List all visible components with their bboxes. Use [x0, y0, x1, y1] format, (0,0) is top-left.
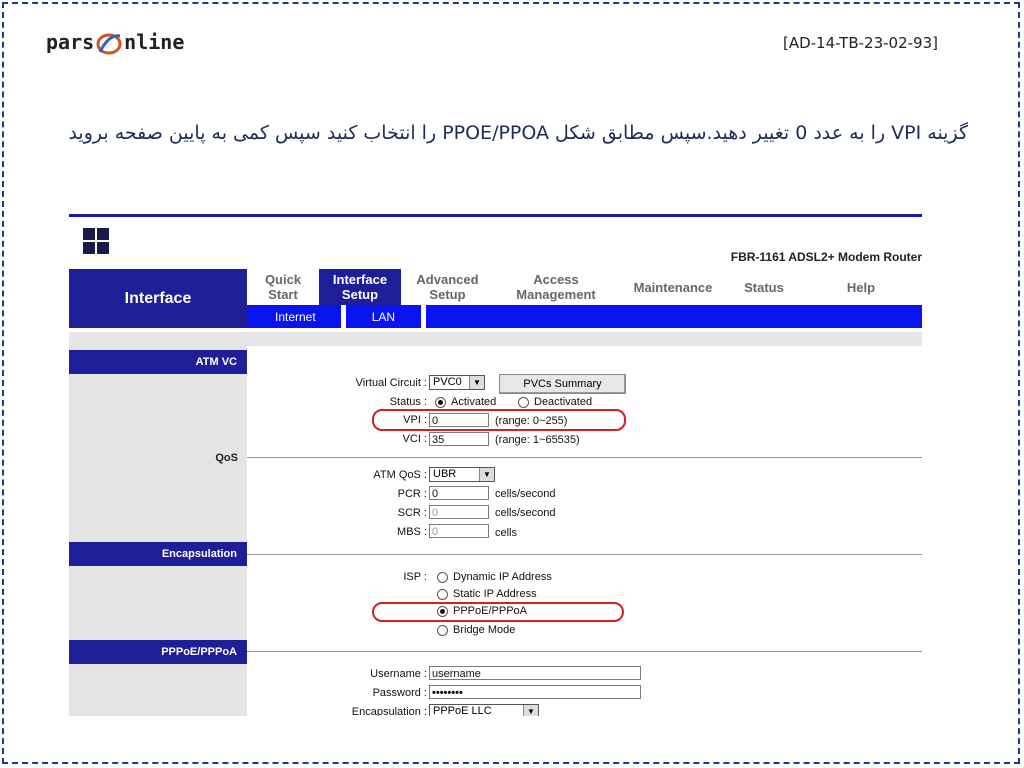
status-activated-radio[interactable]: Activated — [435, 396, 496, 408]
virtual-circuit-label: Virtual Circuit : — [355, 377, 427, 389]
virtual-circuit-select[interactable]: PVC0 ▼ — [429, 375, 485, 390]
username-label: Username : — [370, 668, 427, 680]
chevron-down-icon: ▼ — [523, 705, 538, 716]
mbs-unit: cells — [495, 527, 518, 539]
chevron-down-icon: ▼ — [469, 376, 484, 389]
instruction-text: گزینه VPI را به عدد 0 تغییر دهید.سپس مطا… — [68, 122, 968, 144]
header-band — [69, 332, 922, 346]
tab-quick-start[interactable]: Quick Start — [247, 269, 319, 305]
password-label: Password : — [372, 687, 427, 699]
divider-pppoe — [247, 651, 922, 652]
tab-maintenance[interactable]: Maintenance — [618, 269, 728, 305]
vci-label: VCI : — [402, 433, 427, 445]
isp-dynamic-radio[interactable]: Dynamic IP Address — [437, 571, 552, 583]
section-pppoe: PPPoE/PPPoA — [69, 640, 247, 664]
pcr-unit: cells/second — [495, 488, 556, 500]
divider-encapsulation — [247, 554, 922, 555]
tab-interface-setup[interactable]: Interface Setup — [319, 269, 401, 305]
divider-qos — [247, 457, 922, 458]
encapsulation-type-label: Encapsulation : — [351, 706, 427, 716]
subtab-internet[interactable]: Internet — [247, 305, 333, 328]
tab-advanced-setup[interactable]: Advanced Setup — [401, 269, 494, 305]
pvcs-summary-button[interactable]: PVCs Summary — [499, 374, 626, 394]
mbs-input[interactable]: 0 — [429, 524, 489, 538]
encapsulation-type-select[interactable]: PPPoE LLC ▼ — [429, 704, 539, 716]
section-atm-vc: ATM VC — [69, 350, 247, 374]
level-one-logo-icon — [83, 220, 117, 254]
username-input[interactable]: username — [429, 666, 641, 680]
vci-input[interactable]: 35 — [429, 432, 489, 446]
section-qos: QoS — [215, 452, 238, 464]
scr-label: SCR : — [397, 507, 427, 519]
logo-text-part2: nline — [124, 30, 185, 54]
logo-swirl-icon — [96, 33, 122, 54]
router-model: FBR-1161 ADSL2+ Modem Router — [730, 250, 922, 264]
scr-input[interactable]: 0 — [429, 505, 489, 519]
section-title: Interface — [69, 269, 247, 328]
atm-qos-select[interactable]: UBR ▼ — [429, 467, 495, 482]
section-encapsulation: Encapsulation — [69, 542, 247, 566]
sub-tabs: Internet LAN — [247, 305, 922, 328]
router-screenshot: FBR-1161 ADSL2+ Modem Router Interface Q… — [69, 212, 922, 716]
tab-access-management[interactable]: Access Management — [494, 269, 618, 305]
scr-unit: cells/second — [495, 507, 556, 519]
tab-status[interactable]: Status — [728, 269, 800, 305]
password-input[interactable]: •••••••• — [429, 685, 641, 699]
isp-static-radio[interactable]: Static IP Address — [437, 588, 537, 600]
isp-bridge-radio[interactable]: Bridge Mode — [437, 624, 515, 636]
pcr-label: PCR : — [397, 488, 427, 500]
mbs-label: MBS : — [397, 526, 427, 538]
vci-range: (range: 1~65535) — [495, 434, 580, 446]
pcr-input[interactable]: 0 — [429, 486, 489, 500]
logo-text-part1: pars — [46, 30, 95, 54]
parsonline-logo: pars nline — [46, 30, 184, 56]
vpi-highlight — [372, 409, 626, 431]
document-code: [AD-14-TB-23-02-93] — [782, 34, 938, 52]
chevron-down-icon: ▼ — [479, 468, 494, 481]
status-deactivated-radio[interactable]: Deactivated — [518, 396, 592, 408]
header-rule — [69, 214, 922, 217]
main-tabs: Quick Start Interface Setup Advanced Setup … — [247, 269, 922, 305]
atm-qos-label: ATM QoS : — [373, 469, 427, 481]
pppoe-highlight — [372, 602, 624, 622]
isp-label: ISP : — [403, 571, 427, 583]
status-label: Status : — [389, 396, 427, 408]
subtab-lan[interactable]: LAN — [346, 305, 421, 328]
tab-help[interactable]: Help — [800, 269, 922, 305]
